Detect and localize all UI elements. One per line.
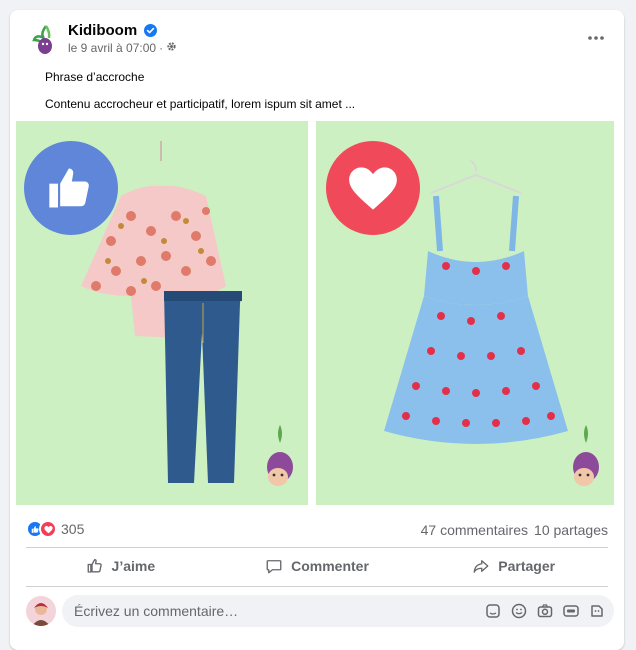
post-timestamp[interactable]: le 9 avril à 07:00 (68, 41, 156, 55)
share-arrow-icon (473, 560, 489, 573)
like-button[interactable]: J’aime (22, 548, 219, 584)
divider (26, 586, 608, 587)
love-mini-icon (39, 520, 57, 538)
avatar-sticker-icon[interactable] (588, 602, 606, 620)
page-name[interactable]: Kidiboom (68, 22, 137, 39)
composer-tools (484, 602, 606, 620)
comment-input-wrapper[interactable] (62, 595, 614, 627)
page-avatar[interactable] (26, 20, 66, 60)
settings-gear-icon[interactable] (166, 41, 177, 55)
emoji-icon[interactable] (510, 602, 528, 620)
comment-bubble-icon (266, 560, 282, 574)
media-panel-like[interactable] (16, 121, 308, 505)
outfit-illustration (81, 141, 293, 486)
shares-count[interactable]: 10 partages (534, 522, 608, 538)
action-bar: J’aime Commenter Partager (22, 548, 612, 584)
camera-icon[interactable] (536, 602, 554, 620)
like-label: J’aime (111, 558, 156, 574)
dress-illustration (384, 160, 599, 486)
comment-composer (10, 592, 624, 636)
thumbs-up-icon (87, 558, 102, 573)
comment-label: Commenter (291, 558, 369, 574)
share-label: Partager (498, 558, 556, 574)
post-headline: Phrase d’accroche (45, 70, 145, 84)
media-panel-love[interactable] (316, 121, 614, 505)
verified-badge-icon (144, 24, 157, 37)
post-header: Kidiboom le 9 avril à 07:00 · (10, 10, 624, 70)
comment-button[interactable]: Commenter (219, 548, 416, 584)
sticker-icon[interactable] (484, 602, 502, 620)
comments-count[interactable]: 47 commentaires (421, 522, 528, 538)
meta-separator: · (159, 41, 164, 55)
share-button[interactable]: Partager (415, 548, 612, 584)
user-avatar[interactable] (26, 596, 56, 626)
reaction-count: 305 (61, 521, 85, 537)
gif-icon[interactable] (562, 602, 580, 620)
reaction-summary[interactable]: 305 (26, 520, 84, 538)
post-meta: le 9 avril à 07:00 · (68, 41, 177, 55)
post-card: Kidiboom le 9 avril à 07:00 · Phrase d’a… (10, 10, 624, 650)
more-options-icon[interactable] (582, 24, 610, 52)
post-body: Contenu accrocheur et participatif, lore… (45, 97, 356, 111)
comment-input[interactable] (74, 595, 474, 627)
post-stats: 305 47 commentaires 10 partages (10, 516, 624, 544)
post-media[interactable] (10, 116, 624, 508)
